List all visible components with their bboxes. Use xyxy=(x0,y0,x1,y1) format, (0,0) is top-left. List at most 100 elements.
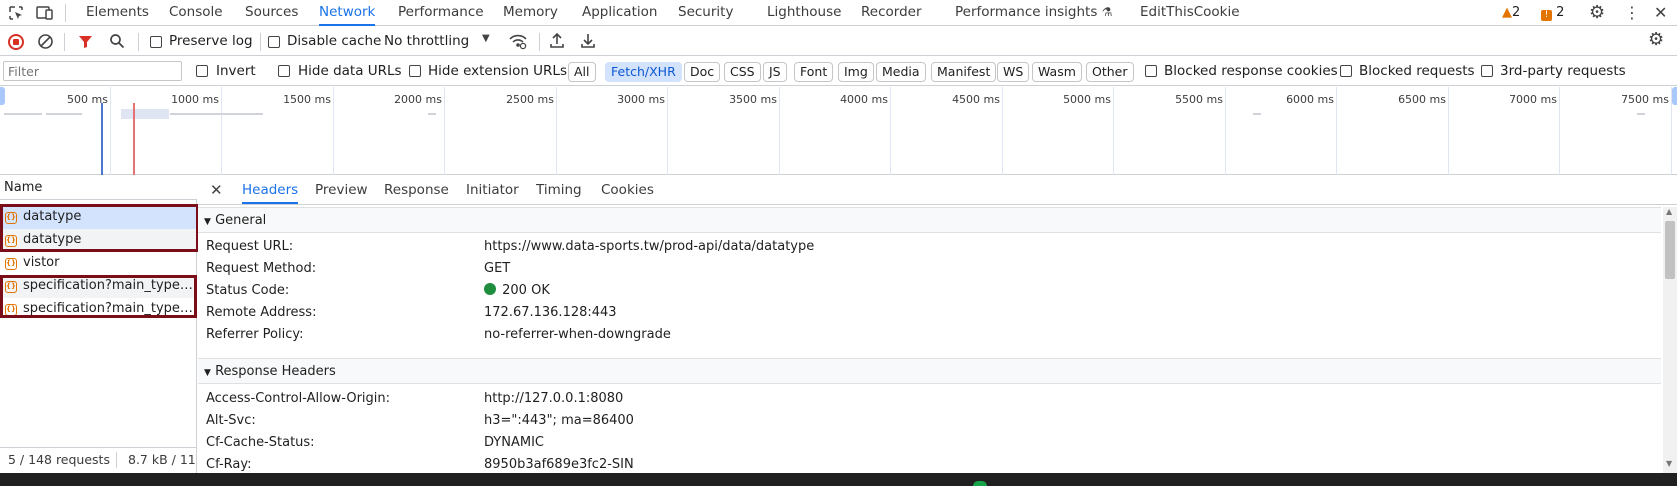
inspect-element-icon[interactable] xyxy=(8,5,24,21)
tab-lighthouse[interactable]: Lighthouse xyxy=(767,0,841,26)
detail-tab-preview[interactable]: Preview xyxy=(315,176,368,204)
filter-type-font[interactable]: Font xyxy=(794,62,834,82)
filter-type-media[interactable]: Media xyxy=(876,62,926,82)
filter-type-doc[interactable]: Doc xyxy=(684,62,721,82)
tab-editthiscookie[interactable]: EditThisCookie xyxy=(1140,0,1240,26)
import-har-icon[interactable] xyxy=(549,32,565,49)
overview-selection-handle-left[interactable] xyxy=(0,87,5,105)
timeline-gridline xyxy=(667,87,668,175)
network-conditions-icon[interactable] xyxy=(508,32,528,50)
request-name: vistor xyxy=(23,255,60,270)
timeline-gridline xyxy=(779,87,780,175)
clear-icon[interactable] xyxy=(37,33,54,50)
timeline-tick-label: 5000 ms xyxy=(1063,93,1111,106)
timeline-request-bar xyxy=(170,113,263,115)
network-overview-timeline[interactable]: 500 ms 1000 ms 1500 ms 2000 ms 2500 ms 3… xyxy=(0,87,1677,175)
hide-extension-urls-checkbox[interactable] xyxy=(409,65,421,77)
settings-gear-icon[interactable]: ⚙ xyxy=(1589,2,1605,23)
filter-type-js[interactable]: JS xyxy=(763,62,787,82)
request-row[interactable]: {} vistor xyxy=(0,252,197,275)
third-party-requests-checkbox[interactable] xyxy=(1481,65,1493,77)
hide-data-urls-checkbox[interactable] xyxy=(278,65,290,77)
detail-tab-headers[interactable]: Headers xyxy=(242,176,299,204)
record-stop-icon[interactable] xyxy=(8,34,24,50)
filter-icon[interactable] xyxy=(78,34,93,49)
tab-performance[interactable]: Performance xyxy=(398,0,484,26)
timeline-gridline xyxy=(1559,87,1560,175)
header-key: Referrer Policy: xyxy=(206,327,304,342)
filter-type-wasm[interactable]: Wasm xyxy=(1032,62,1082,82)
highlight-box xyxy=(0,204,199,252)
close-devtools-icon[interactable]: ✕ xyxy=(1654,3,1667,22)
filter-type-all[interactable]: All xyxy=(568,62,596,82)
preserve-log-checkbox[interactable] xyxy=(150,36,162,48)
scroll-up-arrow-icon[interactable]: ▲ xyxy=(1666,207,1672,216)
more-options-icon[interactable]: ⋮ xyxy=(1624,3,1640,22)
general-section-header[interactable]: ▼ General xyxy=(198,207,1661,233)
tab-performance-insights[interactable]: Performance insights ⚗ xyxy=(955,0,1112,26)
disable-cache-checkbox[interactable] xyxy=(268,36,280,48)
tab-sources[interactable]: Sources xyxy=(245,0,298,26)
tab-application[interactable]: Application xyxy=(582,0,657,26)
blocked-response-cookies-checkbox[interactable] xyxy=(1145,65,1157,77)
filter-type-other[interactable]: Other xyxy=(1086,62,1134,82)
tab-elements[interactable]: Elements xyxy=(86,0,149,26)
tab-console[interactable]: Console xyxy=(169,0,223,26)
filter-input[interactable] xyxy=(3,61,182,81)
header-value: DYNAMIC xyxy=(484,435,544,450)
response-headers-section-header[interactable]: ▼ Response Headers xyxy=(198,358,1661,384)
timeline-tick-label: 1000 ms xyxy=(171,93,219,106)
export-har-icon[interactable] xyxy=(580,32,596,49)
timeline-request-bar xyxy=(4,113,42,115)
header-value: 8950b3af689e3fc2-SIN xyxy=(484,457,634,472)
tab-recorder[interactable]: Recorder xyxy=(861,0,922,26)
timeline-tick-label: 5500 ms xyxy=(1175,93,1223,106)
detail-tab-response[interactable]: Response xyxy=(384,176,449,204)
header-value: http://127.0.0.1:8080 xyxy=(484,391,624,406)
devtools-tab-bar: Elements Console Sources Network Perform… xyxy=(0,0,1677,26)
throttling-select[interactable]: No throttling ▼ xyxy=(384,33,494,51)
overview-selection-handle-right[interactable] xyxy=(1672,87,1677,105)
vertical-scrollbar[interactable]: ▲ ▼ xyxy=(1663,207,1677,473)
detail-tab-initiator[interactable]: Initiator xyxy=(466,176,519,204)
tab-security[interactable]: Security xyxy=(678,0,733,26)
close-detail-icon[interactable]: ✕ xyxy=(210,181,223,199)
network-settings-gear-icon[interactable]: ⚙ xyxy=(1648,29,1664,50)
header-key: Remote Address: xyxy=(206,305,317,320)
detail-tab-timing[interactable]: Timing xyxy=(536,176,582,204)
detail-tab-cookies[interactable]: Cookies xyxy=(601,176,654,204)
timeline-gridline xyxy=(1113,87,1114,175)
issues-badge[interactable]: ! 2 xyxy=(1541,4,1564,22)
search-icon[interactable] xyxy=(109,33,125,49)
request-list-header[interactable]: Name xyxy=(0,176,197,200)
timeline-request-bar xyxy=(428,113,436,115)
timeline-tick-label: 3500 ms xyxy=(729,93,777,106)
header-key: Alt-Svc: xyxy=(206,413,256,428)
xhr-icon: {} xyxy=(5,258,17,270)
scrollbar-thumb[interactable] xyxy=(1665,221,1675,279)
device-toolbar-icon[interactable] xyxy=(36,5,54,21)
scroll-down-arrow-icon[interactable]: ▼ xyxy=(1666,459,1672,468)
disable-cache-label: Disable cache xyxy=(287,33,382,49)
timeline-gridline xyxy=(444,87,445,175)
general-section-title: General xyxy=(215,213,267,228)
timeline-gridline xyxy=(1225,87,1226,175)
request-list-panel: Name {} datatype {} datatype {} vistor {… xyxy=(0,176,199,473)
filter-type-img[interactable]: Img xyxy=(838,62,874,82)
filter-type-css[interactable]: CSS xyxy=(724,62,761,82)
timeline-request-bar xyxy=(121,109,169,119)
tab-memory[interactable]: Memory xyxy=(503,0,558,26)
warnings-badge[interactable]: ▲2 xyxy=(1502,4,1520,22)
load-event-marker xyxy=(133,103,135,175)
blocked-requests-checkbox[interactable] xyxy=(1340,65,1352,77)
filter-type-fetch-xhr[interactable]: Fetch/XHR xyxy=(605,62,682,82)
invert-checkbox[interactable] xyxy=(196,65,208,77)
tab-network[interactable]: Network xyxy=(319,0,376,26)
network-toolbar: Preserve log Disable cache No throttling… xyxy=(0,27,1677,56)
third-party-requests-label: 3rd-party requests xyxy=(1500,63,1626,79)
header-key: Request URL: xyxy=(206,239,294,254)
timeline-tick-label: 1500 ms xyxy=(283,93,331,106)
filter-type-ws[interactable]: WS xyxy=(997,62,1030,82)
filter-type-manifest[interactable]: Manifest xyxy=(931,62,997,82)
header-key: Cf-Cache-Status: xyxy=(206,435,315,450)
